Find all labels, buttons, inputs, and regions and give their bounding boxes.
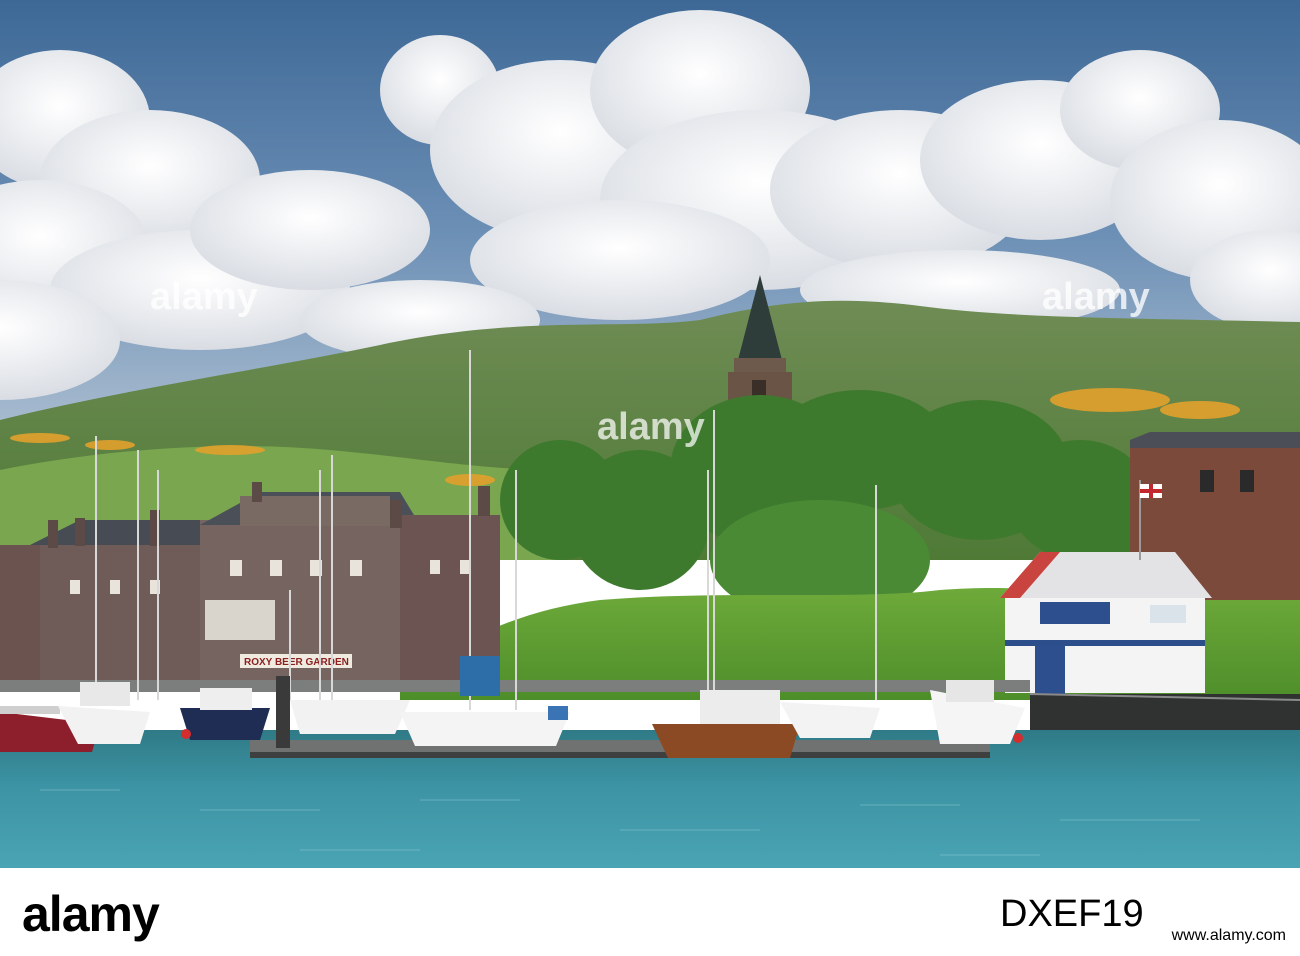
front-pontoon-shadow [250, 752, 990, 758]
watermark-left: alamy [150, 276, 258, 318]
harbour-office [1000, 552, 1212, 694]
watermark-right: alamy [1042, 276, 1150, 318]
front-pontoon [250, 740, 990, 754]
footer-brand-logo: alamy [22, 886, 160, 942]
footer-url: www.alamy.com [1171, 927, 1286, 944]
roxy-sign-text: ROXY BEER GARDEN [244, 657, 349, 668]
watermark-center: alamy [597, 406, 705, 448]
flag-cross-h [1140, 489, 1162, 493]
photo-stage: ROXY BEER GARDEN alamy alamy alamy alamy… [0, 0, 1300, 956]
